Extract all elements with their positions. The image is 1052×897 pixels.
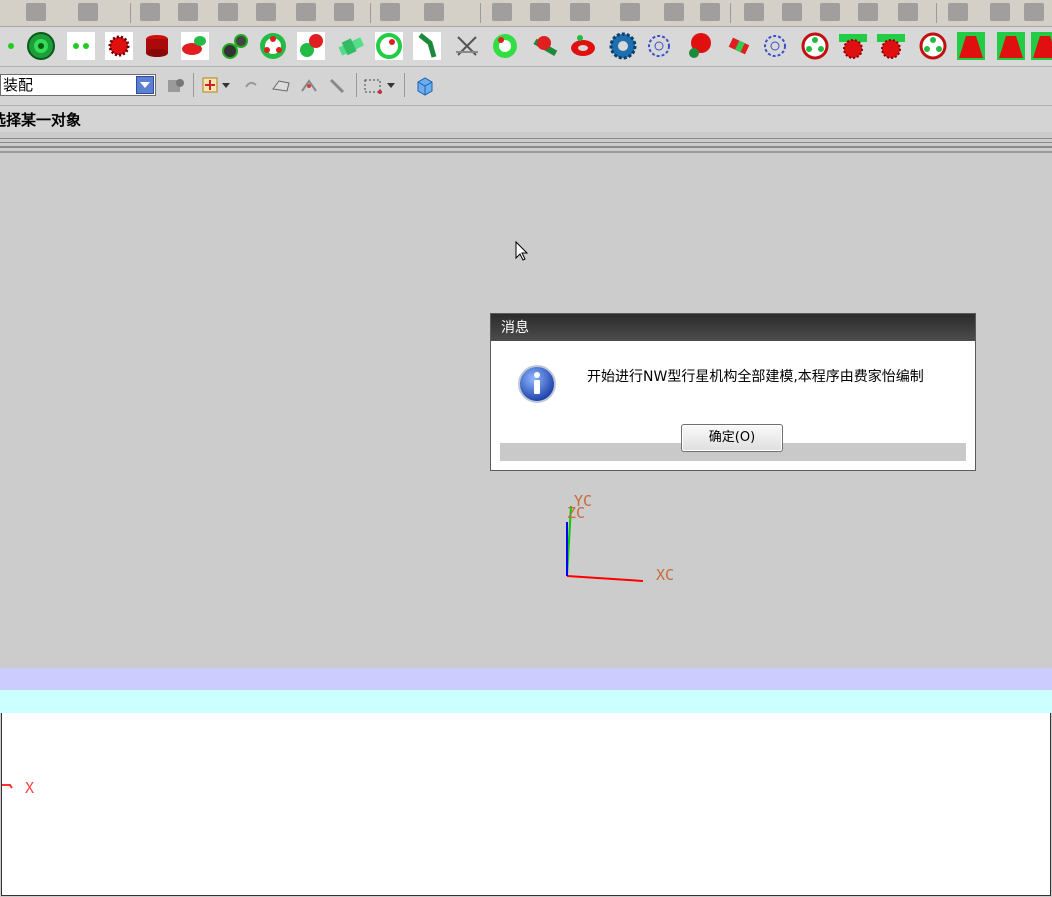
revolve-icon[interactable] <box>178 3 198 21</box>
edge-blend-icon[interactable] <box>744 3 764 21</box>
toolbar-separator <box>730 3 731 23</box>
status-band-lavender <box>0 668 1052 690</box>
extrude-icon[interactable] <box>140 3 160 21</box>
vector-constructor-icon[interactable] <box>322 71 352 101</box>
cue-text: 选择某一对象 <box>0 111 82 129</box>
x-datum-icon[interactable] <box>452 31 482 61</box>
selection-scope-icon[interactable] <box>160 71 190 101</box>
dialog-message: 开始进行NW型行星机构全部建模,本程序由费家怡编制 <box>587 369 924 385</box>
arc-icon[interactable] <box>570 3 590 21</box>
toolbar-separator <box>130 3 131 23</box>
xc-axis-line <box>566 575 644 582</box>
select-dropdown-icon[interactable] <box>384 71 398 101</box>
green-shaft-icon[interactable] <box>336 31 366 61</box>
toolbar-separator <box>404 73 405 97</box>
dialog-title: 消息 <box>491 314 975 341</box>
extract-icon[interactable] <box>1024 3 1044 21</box>
chamfer-icon[interactable] <box>782 3 802 21</box>
green-ring-red-dot-icon[interactable] <box>374 31 404 61</box>
red-trapezoid-3-icon[interactable] <box>1030 31 1052 61</box>
small-dot-gear-icon[interactable] <box>0 31 26 61</box>
thread-icon[interactable] <box>898 3 918 21</box>
spoked-wheel-icon[interactable] <box>800 31 830 61</box>
information-icon <box>517 364 557 408</box>
project-curve-icon[interactable] <box>700 3 720 21</box>
sew-icon[interactable] <box>948 3 968 21</box>
green-red-rack-gear-icon[interactable] <box>838 31 868 61</box>
secondary-graphics-window[interactable]: X <box>1 713 1051 896</box>
mouse-cursor-icon <box>515 240 529 261</box>
toolbar-separator <box>356 73 357 97</box>
bottom-x-label: X <box>25 779 35 797</box>
boss-icon[interactable] <box>256 3 276 21</box>
pad-icon[interactable] <box>334 3 354 21</box>
bevel-gear-pair-icon[interactable] <box>180 31 210 61</box>
point-constructor-icon[interactable] <box>294 71 324 101</box>
hole-icon[interactable] <box>218 3 238 21</box>
undo-list-icon[interactable] <box>236 71 266 101</box>
outline-gear-icon[interactable] <box>644 31 674 61</box>
planetary-gear-icon[interactable] <box>258 31 288 61</box>
separator-band <box>0 132 1052 156</box>
red-gear-on-shaft-icon[interactable] <box>530 31 560 61</box>
sketch-icon[interactable] <box>26 3 46 21</box>
bridge-curve-icon[interactable] <box>620 3 640 21</box>
x-axis-stub <box>2 784 13 789</box>
toolbar-separator <box>370 3 371 23</box>
selection-toolbar: 装配 <box>0 67 1052 106</box>
blue-cube-icon[interactable] <box>410 71 440 101</box>
patch-icon[interactable] <box>990 3 1010 21</box>
red-spur-gear-icon[interactable] <box>104 31 134 61</box>
blue-ring-gear-icon[interactable] <box>608 31 638 61</box>
double-dot-gear-icon[interactable] <box>66 31 96 61</box>
red-helical-gear-icon[interactable] <box>142 31 172 61</box>
red-cluster-gear-icon[interactable] <box>684 31 714 61</box>
toolbar-separator <box>193 73 194 97</box>
assembly-filter-value: 装配 <box>3 76 34 94</box>
red-green-block-icon[interactable] <box>724 31 754 61</box>
spoked-wheel-2-icon[interactable] <box>918 31 948 61</box>
ok-button[interactable]: 确定(O) <box>681 424 783 452</box>
trim-body-icon[interactable] <box>380 3 400 21</box>
gear-feature-toolbar <box>0 27 1052 67</box>
pocket-icon[interactable] <box>296 3 316 21</box>
red-torus-icon[interactable] <box>568 31 598 61</box>
offset-curve-icon[interactable] <box>664 3 684 21</box>
red-green-gear-pair-icon[interactable] <box>296 31 326 61</box>
block-icon[interactable] <box>78 3 98 21</box>
snap-dropdown-icon[interactable] <box>220 71 232 101</box>
green-red-rack-gear-2-icon[interactable] <box>876 31 906 61</box>
cue-line: 选择某一对象 <box>0 106 1052 132</box>
toolbar-separator <box>936 3 937 23</box>
view-object-icon[interactable] <box>266 71 296 101</box>
assembly-filter-combo[interactable]: 装配 <box>0 74 156 96</box>
spline-icon[interactable] <box>530 3 550 21</box>
combo-dropdown-arrow-icon[interactable] <box>136 76 154 94</box>
curve-icon[interactable] <box>492 3 512 21</box>
red-trapezoid-2-icon[interactable] <box>996 31 1026 61</box>
unite-icon[interactable] <box>424 3 444 21</box>
xc-label: XC <box>656 566 675 584</box>
message-dialog: 消息 开始进行NW型行星机构全部建模,本程序由费家怡编制 确定(O) <box>490 313 976 471</box>
toolbar-separator <box>480 3 481 23</box>
shell-icon[interactable] <box>858 3 878 21</box>
green-disc-icon[interactable] <box>490 31 520 61</box>
red-trapezoid-icon[interactable] <box>956 31 986 61</box>
black-gear-train-icon[interactable] <box>220 31 250 61</box>
bent-pipe-icon[interactable] <box>412 31 442 61</box>
status-band-cyan <box>0 690 1052 713</box>
draft-icon[interactable] <box>820 3 840 21</box>
zc-label: ZC <box>567 504 586 522</box>
blue-outline-gear-icon[interactable] <box>760 31 790 61</box>
green-ring-gear-icon[interactable] <box>26 31 56 61</box>
standard-toolbar <box>0 0 1052 27</box>
